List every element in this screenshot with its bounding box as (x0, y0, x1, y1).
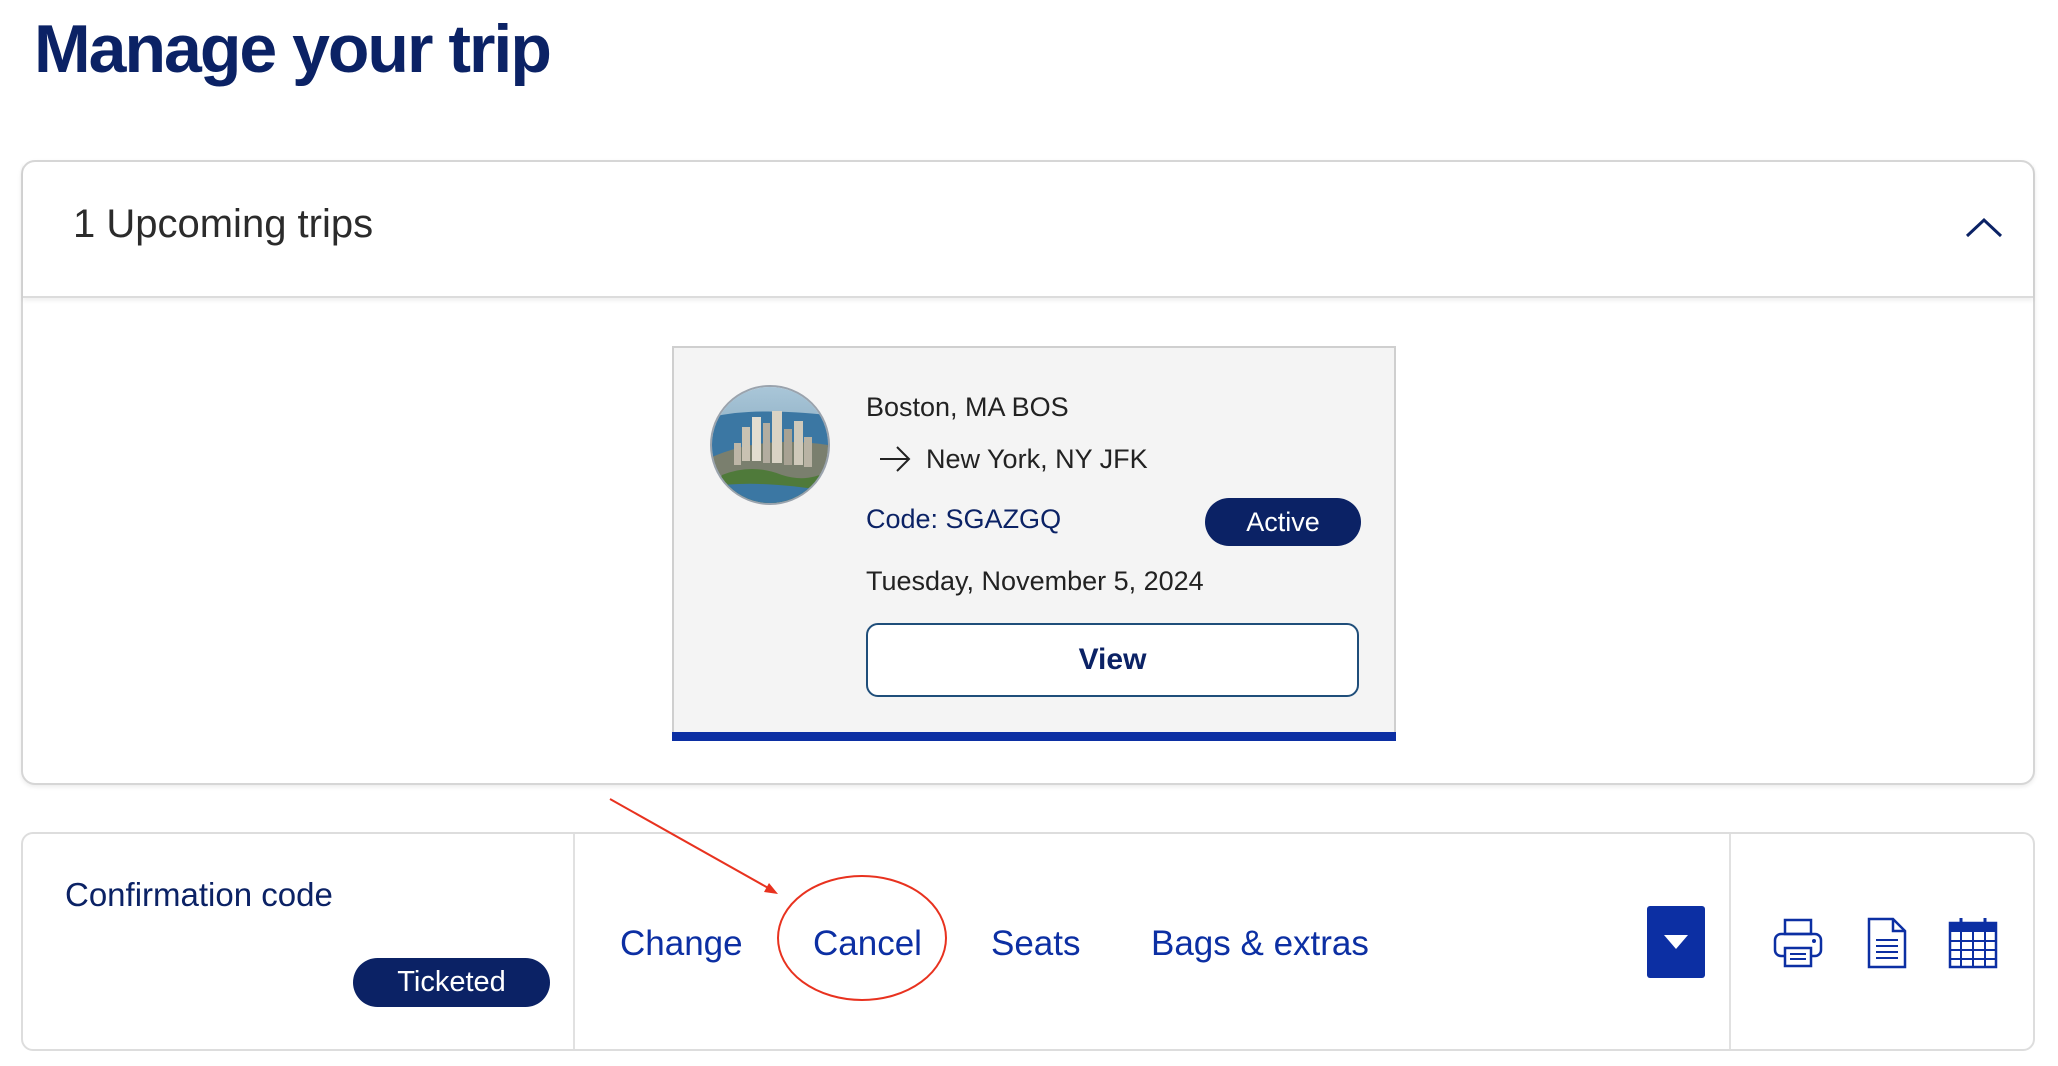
origin-city: Boston, MA BOS (866, 392, 1069, 422)
view-button[interactable]: View (866, 623, 1359, 697)
printer-icon[interactable] (1771, 916, 1825, 975)
document-icon[interactable] (1865, 916, 1909, 975)
booking-actions-bar: Confirmation code Ticketed Change Cancel… (21, 832, 2035, 1051)
seats-link[interactable]: Seats (991, 924, 1081, 964)
change-link[interactable]: Change (620, 924, 743, 964)
destination-city: New York, NY JFK (926, 443, 1148, 474)
upcoming-trips-header[interactable]: 1 Upcoming trips (23, 162, 2033, 298)
calendar-icon[interactable] (1947, 916, 1999, 975)
trip-card: Boston, MA BOS New York, NY JFK Code: SG… (672, 346, 1396, 741)
ticketed-badge: Ticketed (353, 958, 550, 1007)
card-accent-bar (672, 732, 1396, 741)
cancel-link[interactable]: Cancel (813, 924, 922, 964)
more-options-button[interactable] (1647, 906, 1705, 978)
trip-date: Tuesday, November 5, 2024 (866, 566, 1204, 596)
divider (1729, 834, 1731, 1049)
confirmation-code-label: Confirmation code (65, 876, 333, 913)
page-title: Manage your trip (34, 11, 552, 87)
upcoming-trips-panel: 1 Upcoming trips Boston, MA BOS New York… (21, 160, 2035, 785)
destination-photo (710, 385, 830, 505)
destination-row: New York, NY JFK (878, 442, 1148, 476)
status-badge: Active (1205, 498, 1361, 546)
confirmation-code-text: Code: SGAZGQ (866, 504, 1062, 534)
arrow-right-icon (880, 446, 911, 472)
caret-down-icon (1664, 935, 1688, 949)
upcoming-trips-heading: 1 Upcoming trips (73, 202, 374, 246)
bags-extras-link[interactable]: Bags & extras (1151, 924, 1369, 964)
collapse-chevron-up-icon[interactable] (1959, 204, 2009, 254)
divider (573, 834, 575, 1049)
